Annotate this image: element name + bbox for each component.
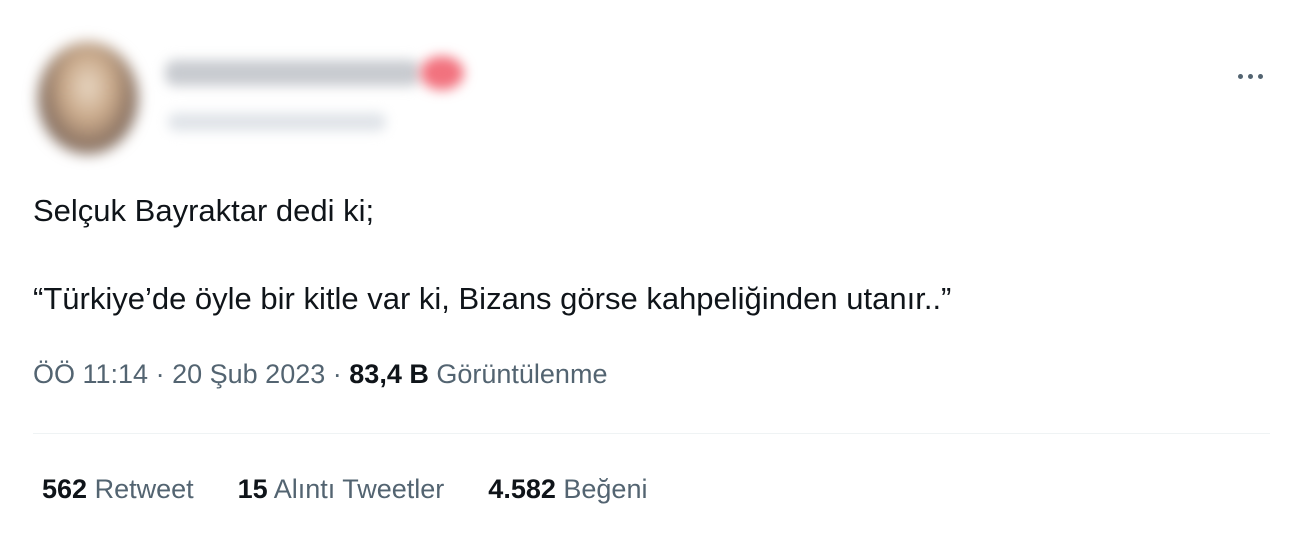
verified-badge-icon	[420, 56, 464, 90]
more-options-button[interactable]	[1228, 62, 1272, 90]
quote-tweets-label: Alıntı Tweetler	[273, 474, 445, 504]
likes-count: 4.582	[488, 474, 556, 504]
retweets-stat[interactable]: 562 Retweet	[42, 474, 194, 505]
meta-separator: ·	[332, 359, 342, 389]
tweet-meta: ÖÖ 11:14 · 20 Şub 2023 · 83,4 B Görüntül…	[33, 359, 608, 390]
likes-stat[interactable]: 4.582 Beğeni	[488, 474, 648, 505]
views-label: Görüntülenme	[436, 359, 608, 389]
tweet-card: Selçuk Bayraktar dedi ki; “Türkiye’de öy…	[0, 0, 1295, 533]
tweet-date[interactable]: 20 Şub 2023	[172, 359, 325, 389]
retweets-label: Retweet	[94, 474, 194, 504]
display-name-redacted[interactable]	[165, 60, 420, 86]
divider	[33, 433, 1270, 434]
tweet-text-line: Selçuk Bayraktar dedi ki;	[33, 193, 375, 228]
views-count: 83,4 B	[349, 359, 429, 389]
engagement-stats: 562 Retweet 15 Alıntı Tweetler 4.582 Beğ…	[42, 474, 648, 505]
quote-tweets-count: 15	[237, 474, 268, 504]
more-horizontal-icon	[1237, 73, 1243, 79]
likes-label: Beğeni	[563, 474, 648, 504]
quote-tweets-stat[interactable]: 15 Alıntı Tweetler	[237, 474, 445, 505]
meta-separator: ·	[155, 359, 165, 389]
username-handle-redacted[interactable]	[168, 113, 386, 131]
tweet-text-quote: “Türkiye’de öyle bir kitle var ki, Bizan…	[33, 281, 952, 316]
retweets-count: 562	[42, 474, 88, 504]
avatar[interactable]	[38, 42, 138, 154]
tweet-time[interactable]: ÖÖ 11:14	[33, 359, 148, 389]
